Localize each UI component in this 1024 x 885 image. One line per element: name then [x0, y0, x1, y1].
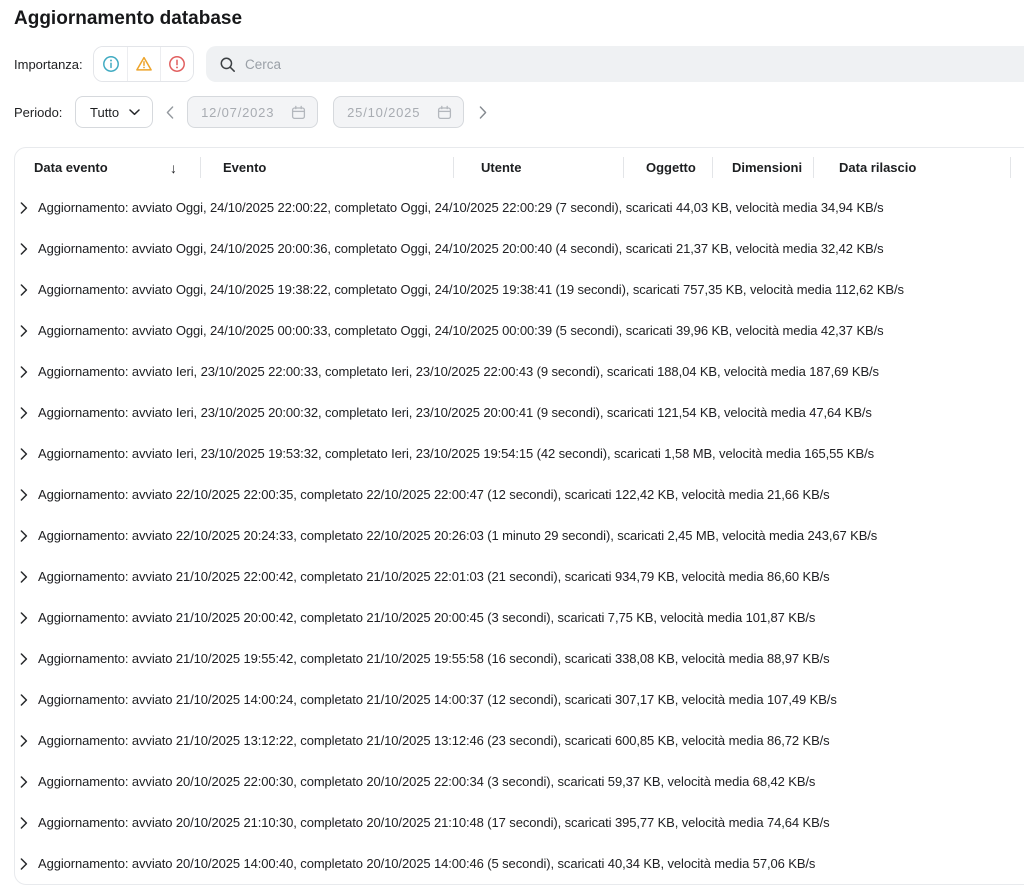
period-selected-value: Tutto — [90, 105, 119, 120]
importance-filter-group — [93, 46, 194, 82]
chevron-right-icon — [479, 106, 487, 119]
date-to-value: 25/10/2025 — [347, 105, 420, 120]
expand-row-icon[interactable] — [19, 243, 29, 255]
expand-row-icon[interactable] — [19, 284, 29, 296]
event-summary: Aggiornamento: avviato Ieri, 23/10/2025 … — [38, 364, 879, 379]
expand-row-icon[interactable] — [19, 407, 29, 419]
column-header-dimensioni[interactable]: Dimensioni — [713, 148, 814, 187]
event-summary: Aggiornamento: avviato 20/10/2025 21:10:… — [38, 815, 830, 830]
table-row[interactable]: Aggiornamento: avviato 20/10/2025 21:10:… — [15, 802, 1024, 843]
info-icon — [102, 55, 120, 73]
date-from-field[interactable]: 12/07/2023 — [187, 96, 318, 128]
event-summary: Aggiornamento: avviato Oggi, 24/10/2025 … — [38, 200, 884, 215]
event-summary: Aggiornamento: avviato 22/10/2025 22:00:… — [38, 487, 830, 502]
table-row[interactable]: Aggiornamento: avviato 22/10/2025 20:24:… — [15, 515, 1024, 556]
expand-row-icon[interactable] — [19, 653, 29, 665]
calendar-icon — [291, 105, 306, 120]
table-row[interactable]: Aggiornamento: avviato Oggi, 24/10/2025 … — [15, 269, 1024, 310]
event-summary: Aggiornamento: avviato Ieri, 23/10/2025 … — [38, 405, 872, 420]
period-select[interactable]: Tutto — [75, 96, 153, 128]
date-to-field[interactable]: 25/10/2025 — [333, 96, 464, 128]
period-filter-row: Periodo: Tutto 12/07/2023 25/10/2025 — [14, 96, 1024, 128]
table-row[interactable]: Aggiornamento: avviato Ieri, 23/10/2025 … — [15, 433, 1024, 474]
column-header-spacer — [1011, 148, 1024, 187]
chevron-down-icon — [129, 109, 140, 116]
search-icon — [219, 56, 236, 73]
page-title: Aggiornamento database — [14, 8, 1024, 30]
date-from-value: 12/07/2023 — [201, 105, 274, 120]
database-update-page: Aggiornamento database Importanza: — [0, 0, 1024, 885]
importance-filter-row: Importanza: — [14, 46, 1024, 82]
event-summary: Aggiornamento: avviato 21/10/2025 22:00:… — [38, 569, 830, 584]
event-summary: Aggiornamento: avviato Oggi, 24/10/2025 … — [38, 282, 904, 297]
calendar-icon — [437, 105, 452, 120]
table-row[interactable]: Aggiornamento: avviato 21/10/2025 19:55:… — [15, 638, 1024, 679]
event-summary: Aggiornamento: avviato 22/10/2025 20:24:… — [38, 528, 877, 543]
importance-label: Importanza: — [14, 57, 93, 72]
event-summary: Aggiornamento: avviato 21/10/2025 13:12:… — [38, 733, 830, 748]
expand-row-icon[interactable] — [19, 366, 29, 378]
expand-row-icon[interactable] — [19, 325, 29, 337]
expand-row-icon[interactable] — [19, 776, 29, 788]
table-row[interactable]: Aggiornamento: avviato 20/10/2025 22:00:… — [15, 761, 1024, 802]
period-prev-button[interactable] — [162, 100, 178, 124]
chevron-left-icon — [166, 106, 174, 119]
expand-row-icon[interactable] — [19, 448, 29, 460]
column-header-data-evento[interactable]: Data evento ↓ — [15, 148, 201, 187]
event-summary: Aggiornamento: avviato Oggi, 24/10/2025 … — [38, 241, 884, 256]
importance-info-button[interactable] — [94, 47, 127, 81]
expand-row-icon[interactable] — [19, 489, 29, 501]
table-row[interactable]: Aggiornamento: avviato 21/10/2025 13:12:… — [15, 720, 1024, 761]
table-row[interactable]: Aggiornamento: avviato 21/10/2025 22:00:… — [15, 556, 1024, 597]
sort-desc-icon[interactable]: ↓ — [170, 161, 177, 175]
period-label: Periodo: — [14, 105, 75, 120]
expand-row-icon[interactable] — [19, 694, 29, 706]
critical-icon — [168, 55, 186, 73]
table-row[interactable]: Aggiornamento: avviato 21/10/2025 14:00:… — [15, 679, 1024, 720]
table-row[interactable]: Aggiornamento: avviato Ieri, 23/10/2025 … — [15, 392, 1024, 433]
importance-critical-button[interactable] — [160, 47, 193, 81]
importance-warning-button[interactable] — [127, 47, 160, 81]
expand-row-icon[interactable] — [19, 530, 29, 542]
event-summary: Aggiornamento: avviato 21/10/2025 14:00:… — [38, 692, 837, 707]
column-header-evento[interactable]: Evento — [201, 148, 454, 187]
expand-row-icon[interactable] — [19, 858, 29, 870]
table-row[interactable]: Aggiornamento: avviato Ieri, 23/10/2025 … — [15, 351, 1024, 392]
expand-row-icon[interactable] — [19, 612, 29, 624]
table-body: Aggiornamento: avviato Oggi, 24/10/2025 … — [15, 187, 1024, 884]
expand-row-icon[interactable] — [19, 571, 29, 583]
expand-row-icon[interactable] — [19, 202, 29, 214]
period-next-button[interactable] — [475, 100, 491, 124]
column-header-oggetto[interactable]: Oggetto — [624, 148, 713, 187]
table-row[interactable]: Aggiornamento: avviato 22/10/2025 22:00:… — [15, 474, 1024, 515]
events-table: Data evento ↓ Evento Utente Oggetto Dime… — [14, 147, 1024, 885]
table-header: Data evento ↓ Evento Utente Oggetto Dime… — [15, 148, 1024, 187]
event-summary: Aggiornamento: avviato Oggi, 24/10/2025 … — [38, 323, 884, 338]
warning-icon — [135, 55, 153, 73]
event-summary: Aggiornamento: avviato 21/10/2025 20:00:… — [38, 610, 815, 625]
table-row[interactable]: Aggiornamento: avviato Oggi, 24/10/2025 … — [15, 187, 1024, 228]
table-row[interactable]: Aggiornamento: avviato 20/10/2025 14:00:… — [15, 843, 1024, 884]
table-row[interactable]: Aggiornamento: avviato Oggi, 24/10/2025 … — [15, 310, 1024, 351]
table-row[interactable]: Aggiornamento: avviato 21/10/2025 20:00:… — [15, 597, 1024, 638]
table-row[interactable]: Aggiornamento: avviato Oggi, 24/10/2025 … — [15, 228, 1024, 269]
event-summary: Aggiornamento: avviato 21/10/2025 19:55:… — [38, 651, 830, 666]
expand-row-icon[interactable] — [19, 735, 29, 747]
column-header-utente[interactable]: Utente — [454, 148, 624, 187]
event-summary: Aggiornamento: avviato 20/10/2025 22:00:… — [38, 774, 815, 789]
expand-row-icon[interactable] — [19, 817, 29, 829]
event-summary: Aggiornamento: avviato Ieri, 23/10/2025 … — [38, 446, 874, 461]
column-header-data-rilascio[interactable]: Data rilascio — [814, 148, 1011, 187]
search-input[interactable] — [245, 46, 1024, 82]
search-box — [206, 46, 1024, 82]
